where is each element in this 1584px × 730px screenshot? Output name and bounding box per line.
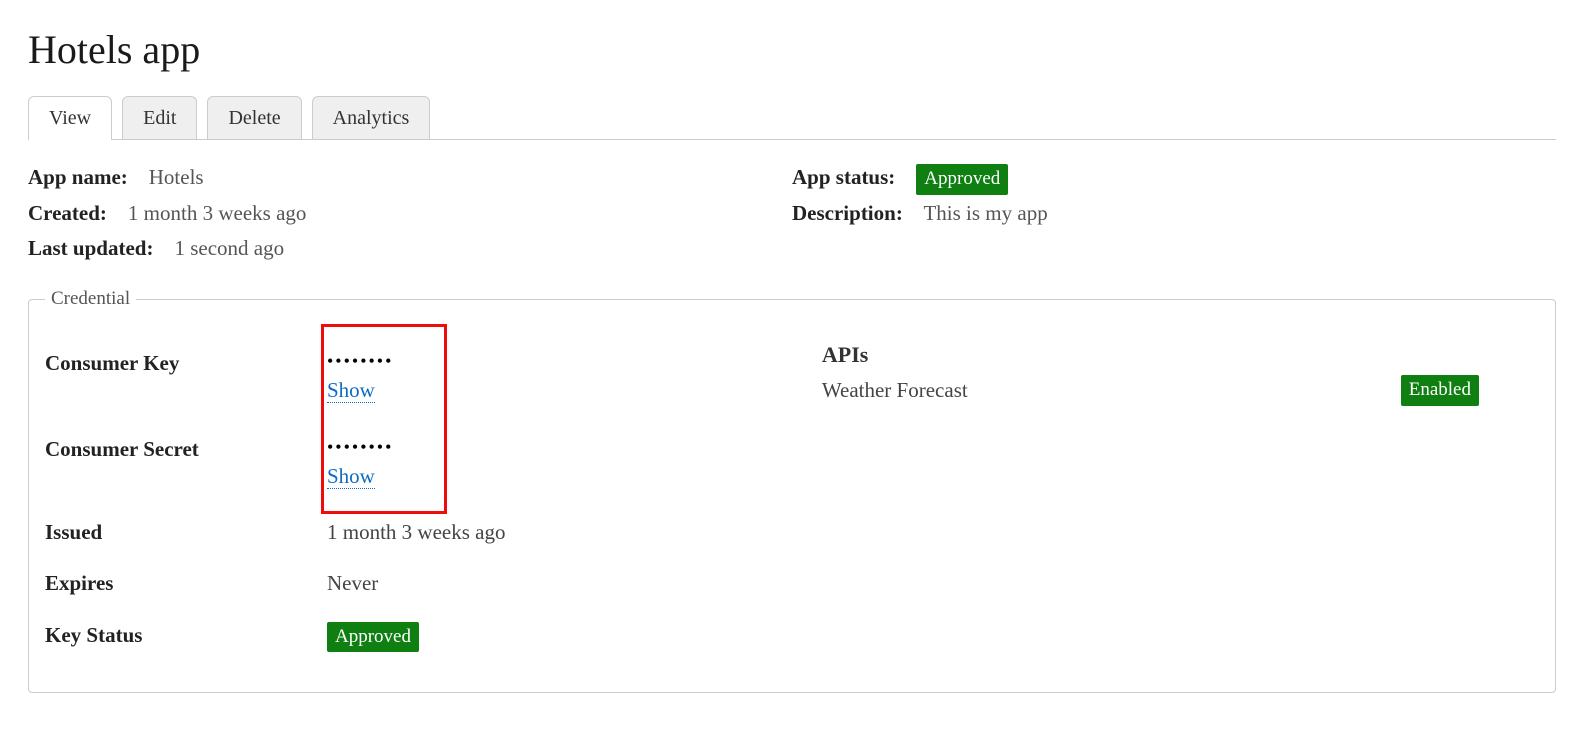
description-value: This is my app — [923, 201, 1047, 225]
app-status-label: App status: — [792, 165, 895, 189]
tab-view[interactable]: View — [28, 96, 112, 140]
tab-edit[interactable]: Edit — [122, 96, 197, 139]
tab-analytics[interactable]: Analytics — [312, 96, 431, 139]
consumer-secret-masked: •••••••• — [327, 434, 393, 461]
issued-label: Issued — [45, 517, 327, 549]
credential-legend: Credential — [45, 285, 136, 314]
page-title: Hotels app — [28, 20, 1556, 80]
credential-fieldset: Credential Consumer Key •••••••• Show Co… — [28, 285, 1556, 693]
description-label: Description: — [792, 201, 903, 225]
key-status-badge: Approved — [327, 622, 419, 653]
apis-label: APIs — [822, 338, 1539, 371]
tab-delete[interactable]: Delete — [207, 96, 301, 139]
consumer-key-label: Consumer Key — [45, 348, 327, 380]
app-name-value: Hotels — [149, 165, 204, 189]
meta-section: App name: Hotels Created: 1 month 3 week… — [28, 160, 1556, 267]
tab-bar: View Edit Delete Analytics — [28, 96, 1556, 140]
consumer-key-masked: •••••••• — [327, 348, 393, 375]
consumer-key-show-link[interactable]: Show — [327, 378, 375, 403]
app-status-badge: Approved — [916, 164, 1008, 195]
expires-label: Expires — [45, 568, 327, 600]
issued-value: 1 month 3 weeks ago — [327, 517, 505, 549]
api-name: Weather Forecast — [822, 375, 968, 407]
last-updated-value: 1 second ago — [174, 236, 284, 260]
created-label: Created: — [28, 201, 107, 225]
expires-value: Never — [327, 568, 378, 600]
key-status-label: Key Status — [45, 620, 327, 652]
last-updated-label: Last updated: — [28, 236, 153, 260]
consumer-secret-show-link[interactable]: Show — [327, 464, 375, 489]
app-name-label: App name: — [28, 165, 128, 189]
api-row: Weather Forecast Enabled — [822, 375, 1539, 407]
api-status-badge: Enabled — [1401, 375, 1479, 406]
created-value: 1 month 3 weeks ago — [128, 201, 306, 225]
consumer-secret-label: Consumer Secret — [45, 434, 327, 466]
